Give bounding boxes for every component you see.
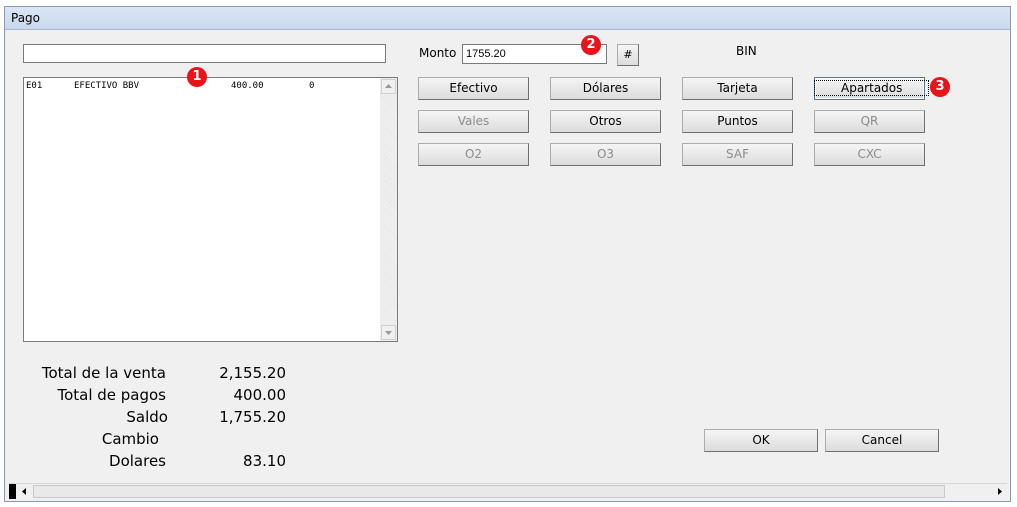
tarjeta-button[interactable]: Tarjeta — [682, 77, 793, 100]
dolares-label: Dolares — [109, 452, 166, 470]
total-venta-value: 2,155.20 — [219, 364, 286, 382]
ok-button[interactable]: OK — [704, 429, 818, 452]
dolares-button[interactable]: Dólares — [550, 77, 661, 100]
scroll-left-icon[interactable] — [17, 484, 32, 499]
cancel-button[interactable]: Cancel — [825, 429, 939, 452]
total-pagos-value: 400.00 — [233, 386, 287, 404]
o3-button[interactable]: O3 — [550, 143, 661, 166]
qr-button[interactable]: QR — [814, 110, 925, 133]
scroll-position-marker — [9, 484, 16, 499]
otros-button[interactable]: Otros — [550, 110, 661, 133]
title-bar: Pago — [5, 7, 1010, 30]
hash-button[interactable]: # — [617, 44, 639, 66]
puntos-button[interactable]: Puntos — [682, 110, 793, 133]
saf-button[interactable]: SAF — [682, 143, 793, 166]
scroll-up-icon[interactable] — [381, 79, 396, 94]
horizontal-scrollbar[interactable] — [9, 483, 1007, 499]
payment-name: EFECTIVO BBV — [74, 81, 140, 91]
efectivo-button[interactable]: Efectivo — [418, 77, 529, 100]
filter-input[interactable] — [23, 44, 386, 63]
payment-window: Pago E01 EFECTIVO BBV 400.00 0 1 Monto 2… — [4, 6, 1011, 502]
cambio-label: Cambio — [101, 430, 159, 448]
payments-list[interactable]: E01 EFECTIVO BBV 400.00 0 — [23, 77, 398, 342]
payments-list-content: E01 EFECTIVO BBV 400.00 0 — [24, 78, 381, 341]
cxc-button[interactable]: CXC — [814, 143, 925, 166]
total-venta-label: Total de la venta — [41, 364, 166, 382]
list-vertical-scrollbar[interactable] — [380, 78, 397, 341]
dolares-value: 83.10 — [243, 452, 286, 470]
callout-badge-3: 3 — [930, 77, 950, 97]
payment-code: E01 — [26, 81, 43, 91]
apartados-label: Apartados — [813, 80, 930, 96]
scroll-thumb[interactable] — [33, 485, 945, 498]
window-title: Pago — [11, 11, 41, 25]
payment-extra: 0 — [309, 81, 315, 91]
o2-button[interactable]: O2 — [418, 143, 529, 166]
scroll-right-icon[interactable] — [992, 484, 1007, 499]
monto-label: Monto — [419, 46, 457, 60]
saldo-label: Saldo — [126, 408, 168, 426]
bin-label: BIN — [736, 44, 757, 58]
saldo-value: 1,755.20 — [219, 408, 286, 426]
callout-badge-2: 2 — [581, 35, 601, 55]
total-pagos-label: Total de pagos — [57, 386, 166, 404]
callout-badge-1: 1 — [187, 67, 207, 87]
vales-button[interactable]: Vales — [418, 110, 529, 133]
scroll-down-icon[interactable] — [381, 325, 396, 340]
payment-amount: 400.00 — [231, 81, 264, 91]
apartados-button[interactable]: Apartados — [813, 77, 930, 100]
